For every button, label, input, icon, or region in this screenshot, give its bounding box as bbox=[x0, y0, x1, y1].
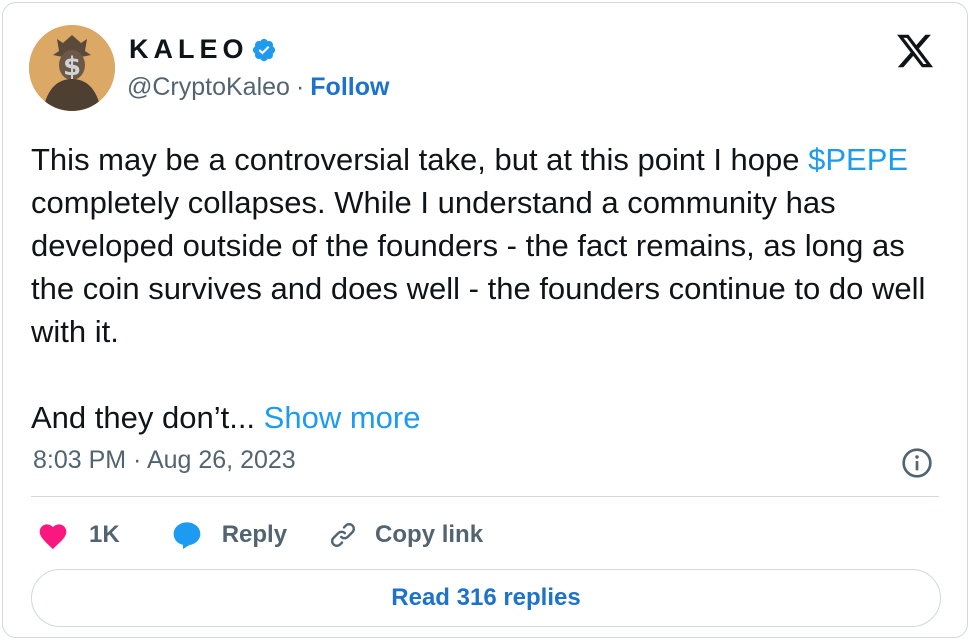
cashtag-link[interactable]: $PEPE bbox=[808, 142, 908, 177]
tweet-card: $ KALEO @CryptoKaleo · Follow This may b… bbox=[2, 2, 968, 638]
tweet-paragraph-2: And they don’t... Show more bbox=[31, 396, 941, 439]
tweet-text-segment: And they don’t... bbox=[31, 400, 264, 435]
author-name[interactable]: KALEO bbox=[129, 34, 249, 65]
info-icon[interactable] bbox=[901, 447, 933, 479]
reply-label: Reply bbox=[221, 521, 288, 548]
show-more-link[interactable]: Show more bbox=[264, 400, 421, 435]
like-count: 1K bbox=[89, 521, 120, 548]
x-logo-icon[interactable] bbox=[895, 31, 935, 71]
link-icon bbox=[331, 523, 356, 547]
copy-link-button[interactable]: Copy link bbox=[327, 519, 483, 551]
verified-badge-icon bbox=[252, 38, 275, 61]
reply-button[interactable]: Reply bbox=[170, 519, 287, 551]
speech-bubble-icon bbox=[173, 522, 201, 549]
author-name-row: KALEO bbox=[129, 34, 277, 65]
read-replies-button[interactable]: Read 316 replies bbox=[31, 569, 941, 627]
divider bbox=[31, 496, 939, 497]
action-bar: 1K Reply Copy link bbox=[37, 515, 483, 555]
tweet-text-segment: completely collapses. While I understand… bbox=[31, 185, 926, 349]
tweet-text-segment: This may be a controversial take, but at… bbox=[31, 142, 809, 177]
tweet-paragraph-1: This may be a controversial take, but at… bbox=[31, 138, 941, 353]
author-handle[interactable]: @CryptoKaleo bbox=[127, 73, 290, 102]
author-handle-row: @CryptoKaleo · Follow bbox=[127, 73, 389, 102]
avatar[interactable]: $ bbox=[29, 25, 115, 111]
tweet-text: This may be a controversial take, but at… bbox=[31, 138, 941, 439]
svg-text:$: $ bbox=[63, 52, 81, 82]
copy-link-label: Copy link bbox=[375, 521, 484, 548]
tweet-timestamp[interactable]: 8:03 PM · Aug 26, 2023 bbox=[33, 446, 296, 475]
follow-button[interactable]: Follow bbox=[310, 73, 389, 102]
separator-dot: · bbox=[295, 73, 305, 101]
like-button[interactable]: 1K bbox=[37, 520, 120, 550]
heart-icon bbox=[39, 524, 67, 550]
